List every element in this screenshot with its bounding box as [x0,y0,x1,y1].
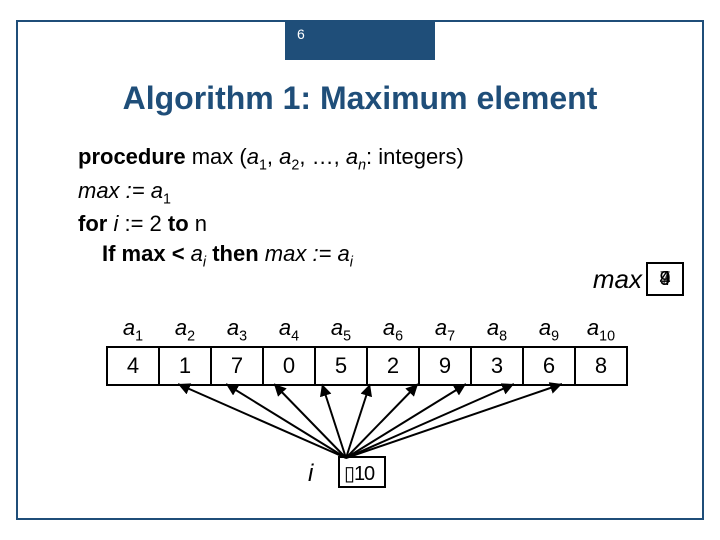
hdr-sym: a [487,315,499,340]
hdr-sub: 8 [499,328,507,344]
txt: := 2 [118,211,168,236]
array-header: a8 [471,314,523,347]
var-a: a [247,144,259,169]
i-label: i [308,460,313,488]
pseudocode-block: procedure max (a1, a2, …, an: integers) … [78,142,464,273]
code-line-4: If max < ai then max := ai [78,239,464,273]
array-header: a7 [419,314,471,347]
stmt-max-init: max := a [78,178,163,203]
array-header: a10 [575,314,627,347]
array-header: a5 [315,314,367,347]
array-header: a4 [263,314,315,347]
array-header: a6 [367,314,419,347]
array-header-row: a1 a2 a3 a4 a5 a6 a7 a8 a9 a10 [107,314,627,347]
hdr-sub: 10 [599,328,615,344]
array-header: a2 [159,314,211,347]
kw-to: to [168,211,189,236]
slide-title: Algorithm 1: Maximum element [18,80,702,117]
hdr-sym: a [123,315,135,340]
hdr-sym: a [279,315,291,340]
page-number: 6 [297,26,305,42]
hdr-sub: 6 [395,328,403,344]
var-a: a [279,144,291,169]
hdr-sym: a [175,315,187,340]
hdr-sym: a [331,315,343,340]
slide-frame: 6 Algorithm 1: Maximum element procedure… [16,20,704,520]
sub: 1 [163,191,171,207]
hdr-sym: a [587,315,599,340]
var-a: a [191,241,203,266]
hdr-sub: 2 [187,328,195,344]
i-value-overlay-b: 0 [364,458,375,490]
trace-arrows [106,380,586,460]
hdr-sym: a [383,315,395,340]
kw-if: If max < [102,241,191,266]
txt: max ( [186,144,247,169]
stmt-assign: max := a [265,241,350,266]
sub: i [350,254,353,270]
hdr-sub: 7 [447,328,455,344]
kw-then: then [206,241,265,266]
hdr-sub: 1 [135,328,143,344]
hdr-sub: 4 [291,328,299,344]
hdr-sym: a [227,315,239,340]
array-header: a9 [523,314,575,347]
i-value-box: ▯ 1 0 [338,456,386,488]
hdr-sub: 3 [239,328,247,344]
code-line-1: procedure max (a1, a2, …, an: integers) [78,142,464,176]
array-header: a1 [107,314,159,347]
page-number-box: 6 [285,20,435,60]
txt: , …, [299,144,345,169]
sub: n [358,157,366,173]
txt: n [189,211,207,236]
max-value-box: 9 4 7 [646,262,684,296]
array-header: a3 [211,314,263,347]
hdr-sub: 9 [551,328,559,344]
array-table: a1 a2 a3 a4 a5 a6 a7 a8 a9 a10 4 1 7 0 5… [106,314,628,386]
txt: , [267,144,279,169]
max-label: max [593,264,642,295]
var-a: a [346,144,358,169]
max-value-overlay-c: 7 [648,264,682,294]
kw-for: for [78,211,113,236]
hdr-sym: a [435,315,447,340]
sub: 1 [259,157,267,173]
kw-procedure: procedure [78,144,186,169]
txt: : integers) [366,144,464,169]
code-line-3: for i := 2 to n [78,209,464,239]
hdr-sub: 5 [343,328,351,344]
hdr-sym: a [539,315,551,340]
code-line-2: max := a1 [78,176,464,210]
